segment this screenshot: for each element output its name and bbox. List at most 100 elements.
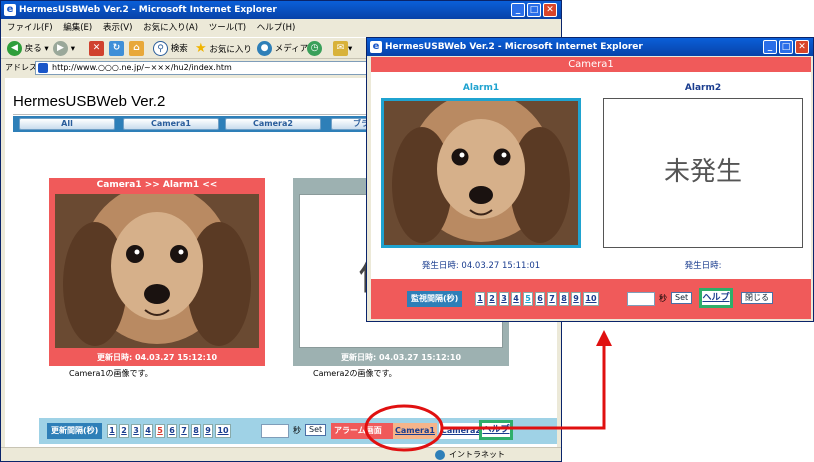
monitor-interval-7[interactable]: 7 [547, 292, 557, 306]
menu-favorites[interactable]: お気に入り(A) [143, 23, 198, 33]
status-zone-label: イントラネット [449, 450, 505, 459]
alarm2-label: Alarm2 [684, 83, 722, 93]
monitor-seconds-input[interactable] [627, 292, 655, 306]
close-icon[interactable]: ✕ [543, 3, 557, 17]
alarm1-time: 発生日時: 04.03.27 15:11:01 [421, 261, 541, 271]
minimize-icon[interactable]: _ [511, 3, 525, 17]
monitor-interval-4[interactable]: 4 [511, 292, 521, 306]
maximize-icon[interactable]: □ [527, 3, 541, 17]
interval-4[interactable]: 4 [143, 424, 153, 438]
popup-close-button[interactable]: 閉じる [741, 292, 773, 304]
menu-view[interactable]: 表示(V) [103, 23, 132, 33]
monitor-set-button[interactable]: Set [671, 292, 693, 304]
interval-10[interactable]: 10 [215, 424, 231, 438]
interval-1[interactable]: 1 [107, 424, 117, 438]
stop-button[interactable]: ✕ [89, 41, 104, 57]
alarm2-image[interactable]: 未発生 [603, 98, 803, 248]
monitor-interval-2[interactable]: 2 [487, 292, 497, 306]
monitor-interval-9[interactable]: 9 [571, 292, 581, 306]
tab-camera1[interactable]: Camera1 [123, 118, 219, 130]
monitor-number-list: 1 2 3 4 5 6 7 8 9 10 [475, 292, 601, 306]
back-arrow-icon: ◀ [7, 41, 22, 56]
page-icon [38, 63, 48, 73]
popup-help-button[interactable]: ヘルプ [699, 288, 733, 308]
interval-number-list: 1 2 3 4 5 6 7 8 9 10 [107, 424, 233, 438]
close-icon[interactable]: ✕ [795, 40, 809, 54]
menu-help[interactable]: ヘルプ(H) [257, 23, 296, 33]
home-icon: ⌂ [129, 41, 144, 56]
media-button[interactable]: ● メディア [257, 41, 308, 57]
tab-all[interactable]: All [19, 118, 115, 130]
monitor-interval-3[interactable]: 3 [499, 292, 509, 306]
camera2-caption: Camera2の画像です。 [313, 369, 397, 378]
camera1-alarm-link[interactable]: Camera1 [393, 423, 437, 439]
alarm2-status-text: 未発生 [663, 157, 742, 187]
page-title: HermesUSBWeb Ver.2 [13, 93, 166, 110]
popup-title-bar: e HermesUSBWeb Ver.2 - Microsoft Interne… [367, 38, 813, 56]
mail-button[interactable]: ✉ ▾ [333, 41, 352, 57]
monitor-interval-5[interactable]: 5 [523, 292, 533, 306]
search-button[interactable]: ⚲ 検索 [153, 41, 188, 57]
camera2-alarm-link[interactable]: Camera2 [439, 423, 483, 439]
menu-file[interactable]: ファイル(F) [7, 23, 53, 33]
help-button[interactable]: ヘルプ [479, 420, 513, 440]
ie-icon: e [370, 41, 382, 53]
interval-5[interactable]: 5 [155, 424, 165, 438]
maximize-icon[interactable]: □ [779, 40, 793, 54]
history-icon: ◷ [307, 41, 322, 56]
home-button[interactable]: ⌂ [129, 41, 144, 57]
update-control-bar: 更新間隔(秒) 1 2 3 4 5 6 7 8 9 10 秒 Set アラーム画面 Camera1… [39, 418, 557, 444]
media-icon: ● [257, 41, 272, 56]
connector-arrow-head [596, 330, 612, 346]
interval-2[interactable]: 2 [119, 424, 129, 438]
monitor-seconds-label: 秒 [659, 294, 667, 303]
dog-photo-icon [384, 101, 578, 245]
camera2-updated-time: 更新日時: 04.03.27 15:12:10 [340, 353, 462, 362]
popup-window-title: HermesUSBWeb Ver.2 - Microsoft Internet … [385, 42, 643, 52]
interval-seconds-input[interactable] [261, 424, 289, 438]
camera1-updated-time: 更新日時: 04.03.27 15:12:10 [96, 353, 218, 362]
search-icon: ⚲ [153, 41, 168, 56]
menu-edit[interactable]: 編集(E) [63, 23, 92, 33]
globe-icon [435, 450, 445, 460]
camera1-image[interactable] [55, 194, 259, 348]
main-title-bar: e HermesUSBWeb Ver.2 - Microsoft Interne… [1, 1, 561, 19]
tab-camera2[interactable]: Camera2 [225, 118, 321, 130]
dog-photo-icon [55, 194, 259, 348]
monitor-interval-label: 監視間隔(秒) [407, 291, 463, 307]
stop-icon: ✕ [89, 41, 104, 56]
mail-icon: ✉ [333, 41, 348, 56]
favorites-button[interactable]: ★ お気に入り [195, 41, 252, 57]
alarm2-time: 発生日時: [684, 261, 722, 271]
refresh-icon: ↻ [109, 41, 124, 56]
interval-7[interactable]: 7 [179, 424, 189, 438]
status-bar: イントラネット [1, 447, 561, 461]
menu-tools[interactable]: ツール(T) [209, 23, 246, 33]
alarm1-label: Alarm1 [462, 83, 500, 93]
interval-3[interactable]: 3 [131, 424, 141, 438]
monitor-interval-8[interactable]: 8 [559, 292, 569, 306]
minimize-icon[interactable]: _ [763, 40, 777, 54]
back-button[interactable]: ◀ 戻る ▾ [7, 41, 49, 57]
alarm1-image[interactable] [381, 98, 581, 248]
refresh-button[interactable]: ↻ [109, 41, 124, 57]
monitor-interval-10[interactable]: 10 [583, 292, 599, 306]
ie-icon: e [4, 4, 16, 16]
popup-page-content: Camera1 Alarm1 発生日時: 04.03.27 15:11:01 A… [371, 57, 811, 319]
monitor-interval-6[interactable]: 6 [535, 292, 545, 306]
interval-8[interactable]: 8 [191, 424, 201, 438]
interval-6[interactable]: 6 [167, 424, 177, 438]
monitor-interval-1[interactable]: 1 [475, 292, 485, 306]
forward-button[interactable]: ▶ ▾ [53, 41, 75, 57]
forward-arrow-icon: ▶ [53, 41, 68, 56]
interval-9[interactable]: 9 [203, 424, 213, 438]
monitor-control-bar: 監視間隔(秒) 1 2 3 4 5 6 7 8 9 10 秒 Set ヘルプ 閉じる [371, 279, 811, 319]
set-button[interactable]: Set [305, 424, 327, 436]
history-button[interactable]: ◷ [307, 41, 322, 57]
camera1-header: Camera1 >> Alarm1 << [96, 180, 218, 190]
popup-camera-header: Camera1 [371, 57, 811, 72]
interval-label: 更新間隔(秒) [47, 423, 103, 439]
alarm-popup-window: e HermesUSBWeb Ver.2 - Microsoft Interne… [366, 37, 814, 322]
main-window-title: HermesUSBWeb Ver.2 - Microsoft Internet … [19, 5, 277, 15]
alarm-screen-label: アラーム画面 [331, 423, 395, 439]
